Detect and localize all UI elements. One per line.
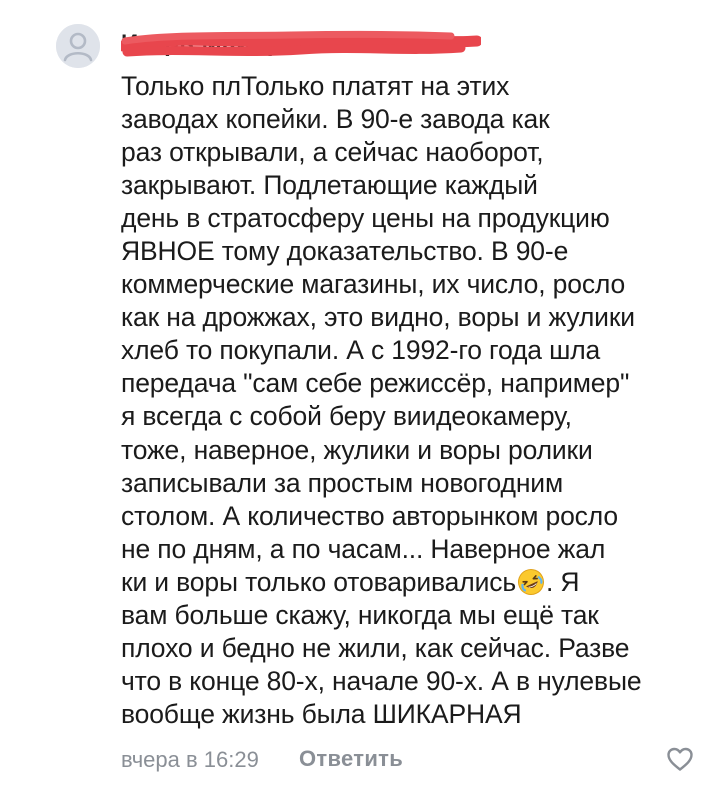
avatar[interactable] (56, 24, 100, 68)
rolling-on-floor-laughing-emoji-icon (517, 568, 544, 595)
comment: Игорь Майоров Dxxxxxx Только плТолько пл… (0, 0, 720, 794)
comment-text: Только плТолько платят на этих заводах к… (121, 70, 701, 731)
comment-footer: вчера в 16:29 Ответить (121, 744, 701, 776)
author-row: Игорь Майоров Dxxxxxx (121, 26, 481, 62)
redaction-scribble (121, 30, 481, 57)
heart-outline-icon[interactable] (665, 744, 695, 774)
timestamp[interactable]: вчера в 16:29 (121, 747, 259, 773)
comment-text-part-1: Только плТолько платят на этих заводах к… (121, 71, 635, 597)
reply-button[interactable]: Ответить (299, 746, 403, 772)
user-placeholder-icon (56, 24, 100, 68)
